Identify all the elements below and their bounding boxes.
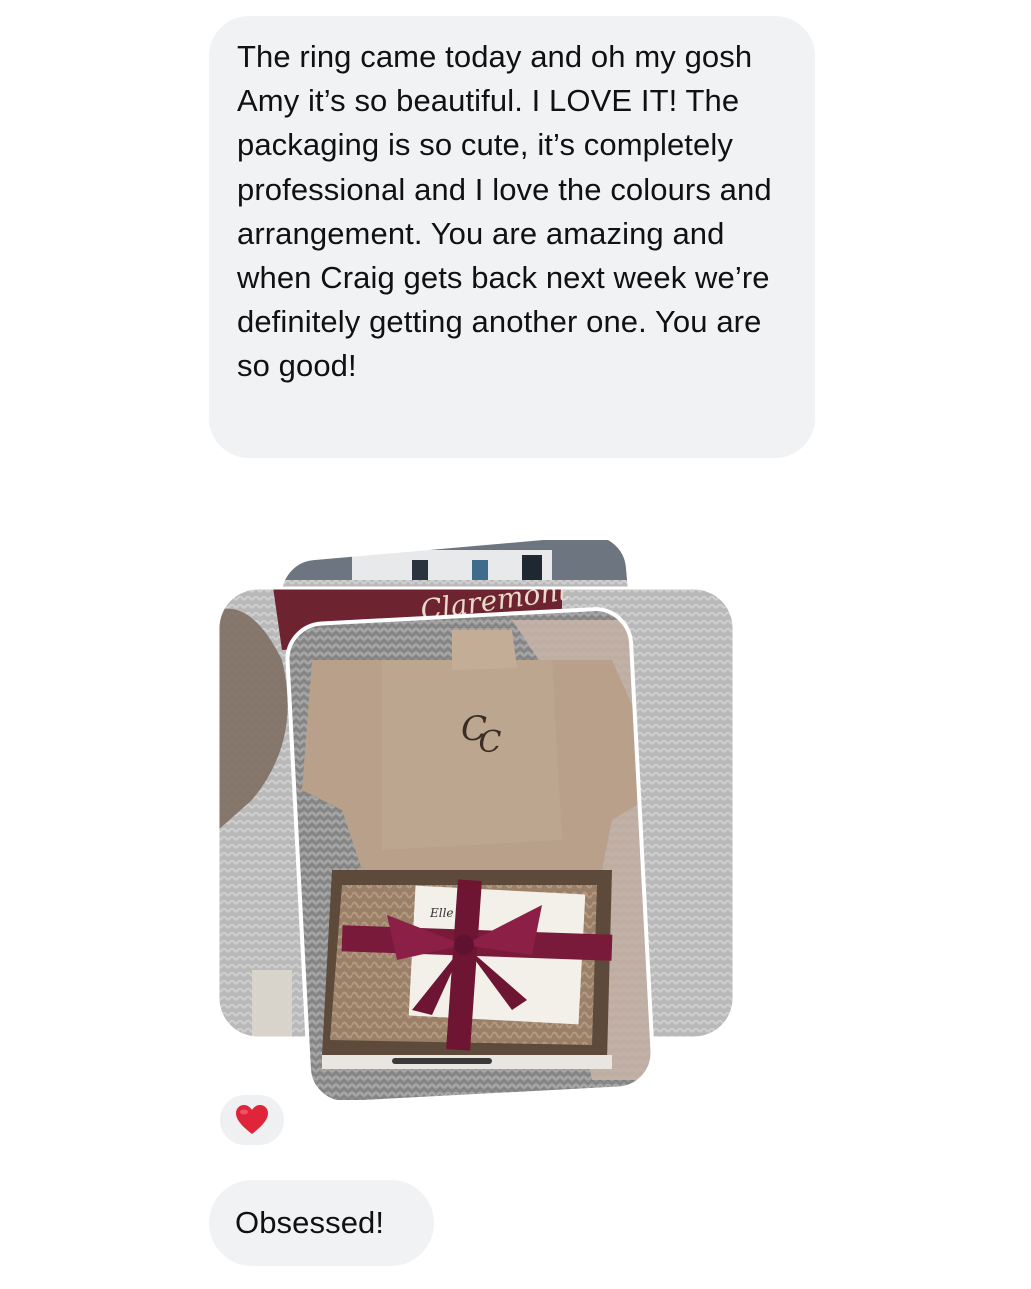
photo-stack[interactable]: Claremont C C Elle [212,540,742,1100]
photo-stack-image: Claremont C C Elle [216,540,736,1100]
heart-icon [236,1105,268,1134]
message-text: Obsessed! [235,1204,385,1240]
svg-text:Elle: Elle [429,906,454,920]
photo-front: C C Elle [285,607,655,1100]
message-bubble-received[interactable]: Obsessed! [209,1180,434,1266]
message-bubble-received[interactable]: The ring came today and oh my gosh Amy i… [209,16,815,458]
reaction-badge[interactable] [220,1095,284,1145]
message-text: The ring came today and oh my gosh Amy i… [237,39,772,384]
svg-text:C: C [479,725,502,760]
message-thread: The ring came today and oh my gosh Amy i… [0,0,1031,1289]
